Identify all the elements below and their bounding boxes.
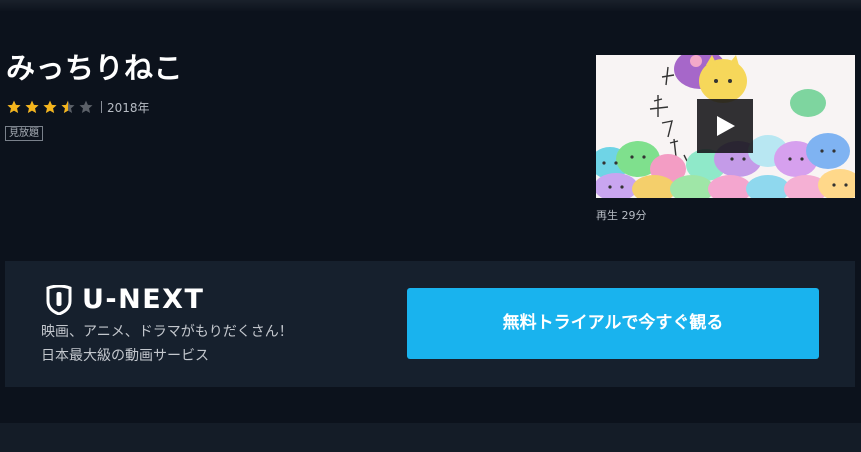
- play-icon: [717, 116, 735, 136]
- promo-tagline-2: 日本最大級の動画サービス: [41, 348, 209, 364]
- unext-promo-banner: U-NEXT 映画、アニメ、ドラマがもりだくさん！ 日本最大級の動画サービス 無…: [5, 261, 855, 387]
- star-rating: [7, 100, 97, 114]
- promo-tagline-1: 映画、アニメ、ドラマがもりだくさん！: [41, 324, 293, 340]
- page-title: みっちりねこ: [6, 51, 184, 85]
- star-icon: [79, 100, 93, 114]
- status-badge: 見放題: [5, 126, 43, 141]
- release-year: 2018年: [107, 100, 150, 115]
- next-section-strip: [0, 423, 861, 452]
- rating-row: 2018年: [7, 98, 150, 116]
- unext-logo: U-NEXT: [46, 285, 204, 315]
- separator: [101, 101, 102, 113]
- playback-duration: 再生 29分: [596, 209, 647, 222]
- star-icon: [25, 100, 39, 114]
- video-thumbnail[interactable]: [596, 55, 855, 198]
- star-icon: [7, 100, 21, 114]
- top-banner-strip: [0, 0, 861, 12]
- star-icon: [61, 100, 75, 114]
- shield-icon: [46, 285, 72, 315]
- star-icon: [43, 100, 57, 114]
- logo-text: U-NEXT: [82, 284, 205, 315]
- play-button[interactable]: [697, 99, 753, 153]
- free-trial-button[interactable]: 無料トライアルで今すぐ観る: [407, 288, 819, 359]
